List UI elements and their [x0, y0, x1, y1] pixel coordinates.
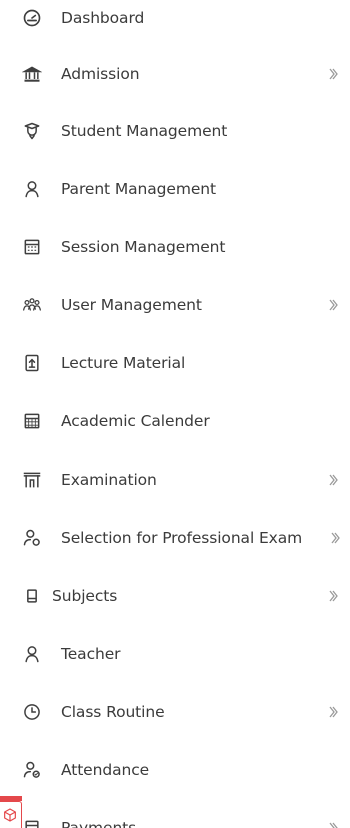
sidebar-item-label: Lecture Material: [61, 354, 186, 372]
floating-widget-button[interactable]: [0, 801, 22, 828]
sidebar-item-label: Teacher: [61, 645, 121, 663]
sidebar-item-payments[interactable]: Payments: [0, 799, 350, 828]
sidebar-item-admission[interactable]: Admission: [0, 45, 350, 103]
chevron-right-icon: [328, 589, 340, 603]
gauge-icon: [20, 6, 44, 30]
exam-building-icon: [20, 468, 44, 492]
sidebar-item-attendance[interactable]: Attendance: [0, 741, 350, 799]
calendar-grid-icon: [20, 409, 44, 433]
chevron-right-icon: [328, 298, 340, 312]
sidebar-item-class-routine[interactable]: Class Routine: [0, 683, 350, 741]
chevron-right-icon: [328, 473, 340, 487]
cube-icon: [2, 807, 18, 823]
sidebar-item-label: Class Routine: [61, 703, 165, 721]
graduate-icon: [20, 119, 44, 143]
chevron-right-icon: [330, 531, 342, 545]
sidebar-item-label: Attendance: [61, 761, 150, 779]
book-icon: [20, 584, 44, 608]
chevron-right-icon: [328, 821, 340, 828]
sidebar-item-label: Selection for Professional Exam: [61, 529, 303, 547]
file-upload-icon: [20, 351, 44, 375]
sidebar-item-subjects[interactable]: Subjects: [0, 567, 350, 625]
sidebar-item-user-management[interactable]: User Management: [0, 276, 350, 334]
sidebar-item-parent-management[interactable]: Parent Management: [0, 160, 350, 218]
users-group-icon: [20, 293, 44, 317]
sidebar-item-label: Session Management: [61, 238, 226, 256]
person-icon: [20, 177, 44, 201]
sidebar-item-label: Academic Calender: [61, 412, 210, 430]
sidebar-item-label: User Management: [61, 296, 202, 314]
sidebar-item-selection-for-professional-exam[interactable]: Selection for Professional Exam: [0, 509, 350, 567]
chevron-right-icon: [328, 705, 340, 719]
user-swap-icon: [20, 526, 44, 550]
sidebar-item-label: Student Management: [61, 122, 228, 140]
calendar-icon: [20, 235, 44, 259]
institution-icon: [20, 62, 44, 86]
sidebar-item-dashboard[interactable]: Dashboard: [0, 0, 350, 47]
sidebar-item-label: Dashboard: [61, 9, 145, 27]
person-icon: [20, 642, 44, 666]
user-check-icon: [20, 758, 44, 782]
sidebar-item-session-management[interactable]: Session Management: [0, 218, 350, 276]
sidebar-item-teacher[interactable]: Teacher: [0, 625, 350, 683]
sidebar-item-lecture-material[interactable]: Lecture Material: [0, 334, 350, 392]
clock-icon: [20, 700, 44, 724]
sidebar-item-academic-calender[interactable]: Academic Calender: [0, 392, 350, 450]
chevron-right-icon: [328, 67, 340, 81]
payment-icon: [20, 816, 44, 828]
sidebar-item-label: Examination: [61, 471, 157, 489]
sidebar-item-examination[interactable]: Examination: [0, 451, 350, 509]
sidebar-item-label: Admission: [61, 65, 140, 83]
sidebar-menu: Dashboard Admission Student Management P…: [0, 0, 350, 828]
sidebar-item-label: Subjects: [52, 587, 118, 605]
sidebar-item-student-management[interactable]: Student Management: [0, 102, 350, 160]
sidebar-item-label: Payments: [61, 819, 137, 828]
sidebar-item-label: Parent Management: [61, 180, 216, 198]
